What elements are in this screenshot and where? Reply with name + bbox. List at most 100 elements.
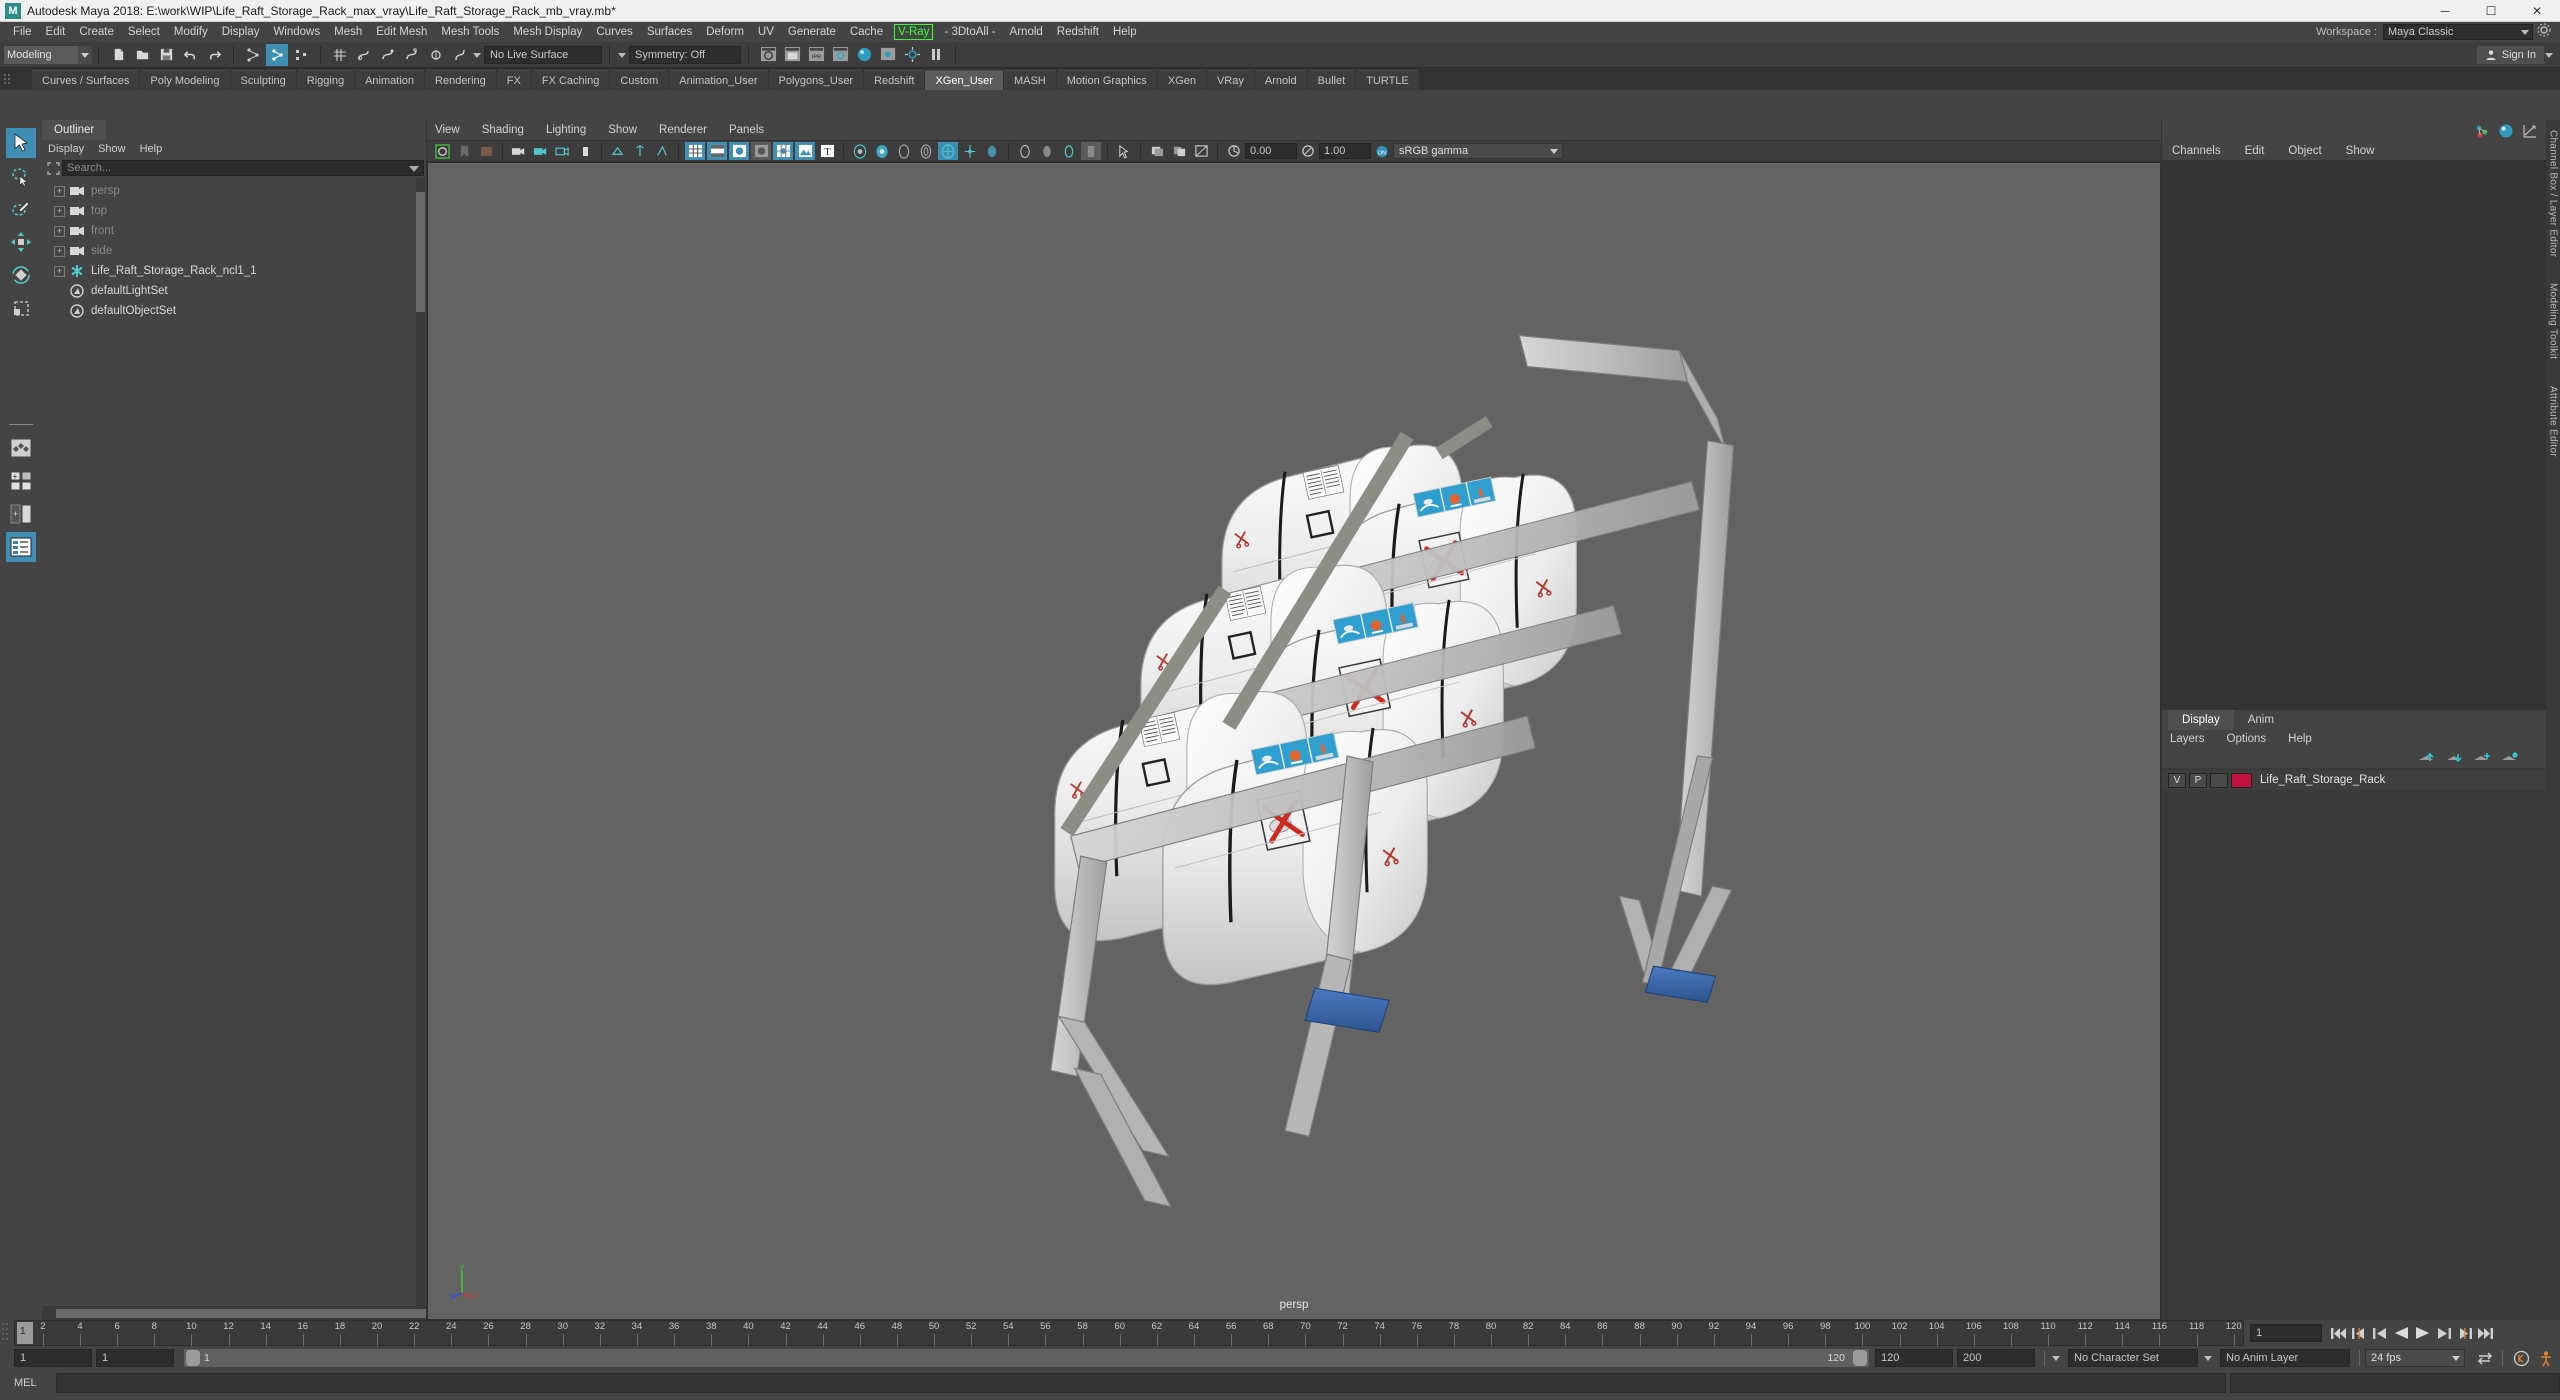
auto-keyframe-toggle-icon[interactable] (2508, 1350, 2534, 1367)
outliner-h-scrollbar[interactable] (42, 1306, 426, 1320)
exposure-icon[interactable] (1224, 142, 1244, 160)
scrollbar-thumb[interactable] (416, 192, 425, 312)
shelf-tab-polygons-user[interactable]: Polygons_User (768, 70, 864, 90)
menu-edit[interactable]: Edit (39, 22, 73, 42)
menu-deform[interactable]: Deform (699, 22, 751, 42)
outliner-tree[interactable]: + persp + top + front + side + Life_Raft_Storage_… (42, 178, 426, 1306)
play-forwards-button[interactable] (2412, 1323, 2433, 1343)
vertical-tab[interactable]: Channel Box / Layer Editor (2548, 130, 2559, 257)
perspective-viewport[interactable]: y x z persp (427, 162, 2161, 1320)
outliner-item[interactable]: + persp (42, 181, 426, 201)
undo-icon[interactable] (179, 44, 201, 66)
range-left-handle[interactable] (186, 1350, 200, 1366)
layer-list[interactable]: V P Life_Raft_Storage_Rack (2162, 768, 2546, 1320)
viewport-menu-lighting[interactable]: Lighting (546, 124, 586, 136)
smooth-shade-icon[interactable] (729, 142, 749, 160)
shadow-icon[interactable] (894, 142, 914, 160)
new-layer-from-selection-icon[interactable] (2499, 750, 2521, 766)
ao-icon[interactable] (916, 142, 936, 160)
anim-layer-dropdown-arrow[interactable] (2202, 1349, 2216, 1367)
outliner-item[interactable]: + top (42, 201, 426, 221)
command-language-label[interactable]: MEL (14, 1377, 56, 1389)
menu-mesh[interactable]: Mesh (327, 22, 369, 42)
go-to-start-button[interactable] (2328, 1323, 2349, 1343)
outliner-menu-help[interactable]: Help (140, 143, 171, 155)
color-management-toggle-icon[interactable]: ON (1372, 142, 1392, 160)
snap-projected-icon[interactable] (401, 44, 423, 66)
redo-icon[interactable] (203, 44, 225, 66)
shelf-tab-rigging[interactable]: Rigging (296, 70, 355, 90)
scrollbar-thumb[interactable] (56, 1308, 426, 1318)
shelf-tab-fx[interactable]: FX (496, 70, 531, 90)
snap-curve-icon[interactable] (353, 44, 375, 66)
range-bar[interactable]: 1 120 (184, 1349, 1869, 1367)
vertical-tab[interactable]: Modeling Toolkit (2548, 283, 2559, 359)
chevron-down-icon[interactable] (472, 46, 484, 64)
menu-select[interactable]: Select (121, 22, 167, 42)
workspace-gear-icon[interactable] (2536, 22, 2556, 42)
shelf-tab-arnold[interactable]: Arnold (1254, 70, 1307, 90)
viewport-menu-view[interactable]: View (435, 124, 460, 136)
snap-grid-icon[interactable] (329, 44, 351, 66)
layer-options-menu[interactable]: Options (2227, 733, 2267, 745)
signin-button[interactable]: Sign In (2476, 45, 2544, 64)
outliner-item[interactable]: defaultLightSet (42, 281, 426, 301)
wireframe-shading-icon[interactable] (685, 142, 705, 160)
selection-mask-icon[interactable] (1114, 142, 1134, 160)
menu-redshift[interactable]: Redshift (1050, 22, 1106, 42)
shelf-tab-xgen[interactable]: XGen (1157, 70, 1206, 90)
viewport-menu-renderer[interactable]: Renderer (659, 124, 707, 136)
cb-edit-menu[interactable]: Edit (2245, 145, 2265, 157)
shelf-tab-mash[interactable]: MASH (1003, 70, 1056, 90)
expand-toggle-icon[interactable]: + (54, 225, 65, 237)
ipr-render-icon[interactable]: IPR (805, 44, 827, 66)
shelf-tab-sculpting[interactable]: Sculpting (230, 70, 296, 90)
camera-gate-icon[interactable] (575, 142, 595, 160)
layer-visibility-toggle[interactable]: V (2168, 772, 2186, 788)
menu-curves[interactable]: Curves (589, 22, 639, 42)
timeslider-grip[interactable] (0, 1320, 14, 1346)
range-right-handle[interactable] (1853, 1350, 1867, 1366)
menu-3dtoall[interactable]: - 3DtoAll - (937, 22, 1002, 42)
hypershade-icon[interactable] (853, 44, 875, 66)
menu-create[interactable]: Create (72, 22, 121, 42)
move-layer-up-icon[interactable] (2415, 750, 2437, 766)
isolate-select-icon[interactable] (1081, 142, 1101, 160)
symmetry-field[interactable]: Symmetry: Off (629, 45, 741, 64)
use-all-lights-icon[interactable] (872, 142, 892, 160)
snap-curve2-icon[interactable] (449, 44, 471, 66)
menu-uv[interactable]: UV (751, 22, 781, 42)
render-view-icon[interactable] (877, 44, 899, 66)
expand-toggle-icon[interactable]: + (54, 205, 65, 217)
animation-preferences-icon[interactable] (2534, 1350, 2560, 1367)
expand-toggle-icon[interactable]: + (54, 245, 65, 257)
open-scene-icon[interactable] (131, 44, 153, 66)
menu-surfaces[interactable]: Surfaces (640, 22, 699, 42)
tab-anim-layers[interactable]: Anim (2234, 710, 2288, 730)
play-backwards-button[interactable] (2391, 1323, 2412, 1343)
gamma-icon[interactable] (1298, 142, 1318, 160)
menu-mesh-display[interactable]: Mesh Display (506, 22, 589, 42)
menu-generate[interactable]: Generate (781, 22, 843, 42)
outliner-tab-label[interactable]: Outliner (42, 120, 107, 140)
film-gate-icon[interactable] (630, 142, 650, 160)
channel-box-content[interactable] (2162, 160, 2546, 710)
anim-end-field[interactable]: 200 (1957, 1349, 2035, 1367)
multisample-icon[interactable] (982, 142, 1002, 160)
pause-render-icon[interactable] (925, 44, 947, 66)
render-current-frame-icon[interactable] (757, 44, 779, 66)
snap-view-plane-icon[interactable] (425, 44, 447, 66)
resolution-gate-icon[interactable] (652, 142, 672, 160)
wireframe-on-shaded-icon[interactable] (773, 142, 793, 160)
layer-playback-toggle[interactable]: P (2189, 772, 2207, 788)
step-forward-key-button[interactable] (2454, 1323, 2475, 1343)
xray-active-icon[interactable] (1059, 142, 1079, 160)
life-raft-storage-rack-3d-model[interactable] (428, 163, 2160, 1319)
image-copy-icon[interactable] (1169, 142, 1189, 160)
layer-help-menu[interactable]: Help (2288, 733, 2312, 745)
shelf-tab-curves-surfaces[interactable]: Curves / Surfaces (32, 70, 140, 90)
save-scene-icon[interactable] (155, 44, 177, 66)
shelf-tab-fx-caching[interactable]: FX Caching (531, 70, 610, 90)
camera-two-icon[interactable] (531, 142, 551, 160)
live-surface-field[interactable]: No Live Surface (484, 45, 602, 64)
